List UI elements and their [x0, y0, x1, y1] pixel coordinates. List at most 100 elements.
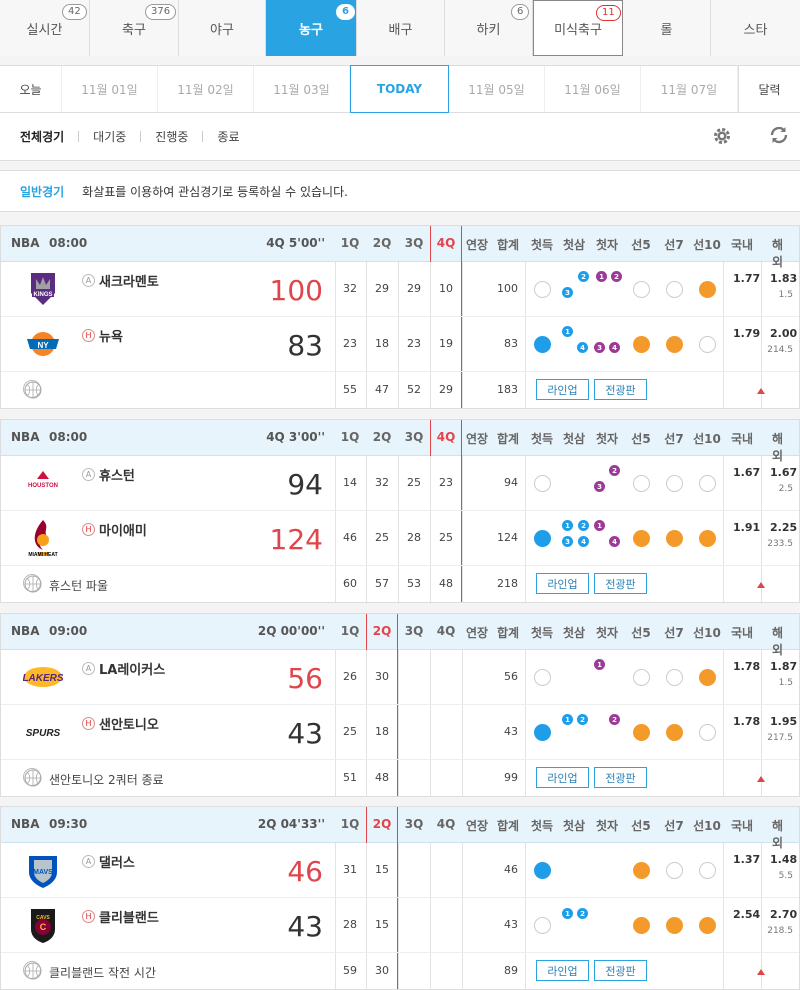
quarter-sum: 59 [343, 964, 357, 977]
column-header: 선7 [664, 626, 684, 640]
column-header: 첫자 [595, 626, 619, 640]
calendar-button[interactable]: 달력 [738, 66, 800, 112]
quarter-marker: 3 [562, 536, 573, 547]
filter-in-progress[interactable]: 진행중 [141, 128, 202, 145]
basketball-icon [23, 574, 42, 593]
team-name[interactable]: 클리블랜드 [99, 907, 159, 926]
first-score-indicator [534, 475, 551, 492]
notice-text: 화살표를 이용하여 관심경기로 등록하실 수 있습니다. [82, 184, 348, 199]
expand-arrow-icon[interactable] [757, 969, 765, 975]
race-to-7-indicator [666, 862, 683, 879]
filter-all[interactable]: 전체경기 [0, 128, 78, 145]
quarter-sum: 48 [439, 577, 453, 590]
team-name[interactable]: 마이애미 [99, 520, 147, 539]
domestic-odds: 1.91 [733, 521, 761, 534]
tab-live[interactable]: 실시간 42 [0, 0, 90, 56]
first-score-indicator [534, 281, 551, 298]
race-to-10-indicator [699, 862, 716, 879]
race-to-10-indicator [699, 475, 716, 492]
date-current[interactable]: TODAY [350, 65, 449, 113]
quarter-marker: 4 [609, 342, 620, 353]
quarter-score: 14 [343, 476, 357, 489]
handicap-value: 218.5 [767, 926, 793, 936]
team-name[interactable]: 뉴욕 [99, 326, 123, 345]
quarter-sum: 53 [407, 577, 421, 590]
tab-volleyball[interactable]: 배구 [357, 0, 445, 56]
home-away-marker: H [82, 910, 95, 923]
scoreboard-button[interactable]: 전광판 [594, 767, 647, 788]
date-item[interactable]: 11월 02일 [158, 66, 254, 112]
game-card: NBA 08:00 4Q 3'00'' 1Q 2Q 3Q 4Q 연장 합계 첫득 첫삼 첫자 선5 선… [0, 419, 800, 603]
svg-text:NY: NY [37, 341, 49, 350]
race-to-5-indicator [633, 281, 650, 298]
team-name[interactable]: 샌안토니오 [99, 714, 159, 733]
column-header: 3Q [404, 624, 424, 638]
date-item[interactable]: 11월 05일 [449, 66, 545, 112]
game-status: 4Q 5'00'' [266, 236, 325, 250]
tab-lol[interactable]: 롤 [623, 0, 711, 56]
tab-baseball[interactable]: 야구 [179, 0, 266, 56]
column-header: 합계 [496, 432, 520, 446]
cavaliers-logo: CAVS C [23, 905, 63, 945]
filter-finished[interactable]: 종료 [203, 128, 253, 145]
team-score: 56 [287, 662, 323, 695]
date-item[interactable]: 11월 07일 [641, 66, 738, 112]
tab-soccer[interactable]: 축구 376 [90, 0, 179, 56]
quarter-marker: 2 [578, 520, 589, 531]
team-name[interactable]: LA레이커스 [99, 659, 165, 678]
team-name[interactable]: 휴스턴 [99, 465, 135, 484]
sport-tabs: 실시간 42 축구 376 야구 농구 6 배구 하키 6 미식축구 11 롤 스타 [0, 0, 800, 56]
expand-arrow-icon[interactable] [757, 776, 765, 782]
tab-starcraft[interactable]: 스타 [711, 0, 800, 56]
column-header: 연장 [465, 238, 489, 252]
quarter-score: 15 [375, 918, 389, 931]
expand-arrow-icon[interactable] [757, 582, 765, 588]
basketball-icon [23, 380, 42, 399]
filter-waiting[interactable]: 대기중 [79, 128, 140, 145]
overseas-odds: 1.83 [770, 272, 798, 285]
game-card: NBA 09:30 2Q 04'33'' 1Q 2Q 3Q 4Q 연장 합계 첫득 첫삼 첫자 선5… [0, 806, 800, 990]
date-item[interactable]: 11월 01일 [62, 66, 158, 112]
overseas-odds: 2.00 [770, 327, 798, 340]
basketball-icon [23, 768, 42, 787]
expand-arrow-icon[interactable] [757, 388, 765, 394]
tab-hockey[interactable]: 하키 6 [445, 0, 533, 56]
domestic-odds: 1.67 [733, 466, 761, 479]
date-item[interactable]: 11월 06일 [545, 66, 641, 112]
quarter-sum: 29 [439, 383, 453, 396]
race-to-10-indicator [699, 281, 716, 298]
team-score: 46 [287, 855, 323, 888]
scoreboard-button[interactable]: 전광판 [594, 573, 647, 594]
refresh-icon[interactable] [768, 124, 790, 146]
gear-icon[interactable] [712, 126, 732, 146]
lineup-button[interactable]: 라인업 [536, 379, 589, 400]
team-score: 100 [269, 274, 323, 307]
column-header: 합계 [496, 238, 520, 252]
column-header: 선5 [631, 626, 651, 640]
overseas-odds: 2.70 [770, 908, 798, 921]
column-header: 2Q [372, 430, 392, 444]
count-badge: 6 [336, 4, 355, 20]
game-card: NBA 08:00 4Q 5'00'' 1Q 2Q 3Q 4Q 연장 합계 첫득 첫삼 첫자 선5 선… [0, 225, 800, 409]
lineup-button[interactable]: 라인업 [536, 960, 589, 981]
domestic-odds: 2.54 [733, 908, 761, 921]
lineup-button[interactable]: 라인업 [536, 767, 589, 788]
live-event-text: 클리블랜드 작전 시간 [49, 966, 156, 980]
lineup-button[interactable]: 라인업 [536, 573, 589, 594]
date-item[interactable]: 11월 03일 [254, 66, 350, 112]
total-score: 100 [497, 282, 518, 295]
column-header: 선10 [693, 238, 721, 252]
team-name[interactable]: 댈러스 [99, 852, 135, 871]
svg-text:KINGS: KINGS [33, 292, 52, 298]
quarter-marker: 1 [594, 520, 605, 531]
date-today-link[interactable]: 오늘 [0, 66, 62, 112]
quarter-score: 29 [375, 282, 389, 295]
tab-american-football[interactable]: 미식축구 11 [533, 0, 623, 56]
scoreboard-button[interactable]: 전광판 [594, 379, 647, 400]
league-label: NBA [11, 817, 40, 831]
team-name[interactable]: 새크라멘토 [99, 271, 159, 290]
home-away-marker: A [82, 274, 95, 287]
game-card: NBA 09:00 2Q 00'00'' 1Q 2Q 3Q 4Q 연장 합계 첫득 첫삼 첫자 선5… [0, 613, 800, 797]
tab-basketball[interactable]: 농구 6 [266, 0, 357, 56]
scoreboard-button[interactable]: 전광판 [594, 960, 647, 981]
